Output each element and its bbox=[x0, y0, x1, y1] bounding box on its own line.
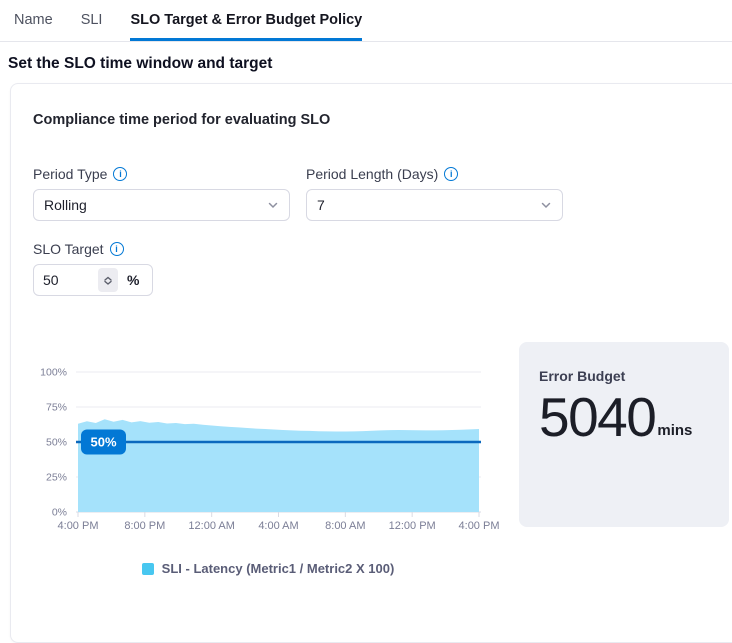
page-title: Set the SLO time window and target bbox=[8, 55, 732, 73]
error-budget-value: 5040 bbox=[539, 386, 655, 449]
svg-text:8:00 PM: 8:00 PM bbox=[124, 520, 165, 532]
period-type-field: Period Type Rolling bbox=[33, 166, 290, 221]
sli-area-chart: 0% 25% 50% 75% 100% 4:00 PM 8:00 PM 12:00 AM 4:0… bbox=[33, 342, 503, 534]
slo-target-input-group: % bbox=[33, 264, 153, 296]
svg-text:12:00 AM: 12:00 AM bbox=[188, 520, 234, 532]
number-stepper[interactable] bbox=[98, 268, 118, 292]
tab-slo-target-error-budget-policy[interactable]: SLO Target & Error Budget Policy bbox=[130, 0, 362, 41]
tab-sli[interactable]: SLI bbox=[81, 0, 103, 41]
svg-text:8:00 AM: 8:00 AM bbox=[325, 520, 365, 532]
svg-text:25%: 25% bbox=[46, 472, 67, 484]
svg-text:100%: 100% bbox=[40, 367, 67, 379]
period-length-select[interactable]: 7 bbox=[306, 189, 563, 221]
legend-swatch-icon bbox=[142, 563, 154, 575]
slo-target-label: SLO Target bbox=[33, 241, 732, 257]
svg-text:75%: 75% bbox=[46, 402, 67, 414]
slo-target-label-text: SLO Target bbox=[33, 241, 104, 257]
period-length-value: 7 bbox=[317, 197, 325, 213]
svg-text:4:00 PM: 4:00 PM bbox=[459, 520, 500, 532]
svg-text:12:00 PM: 12:00 PM bbox=[389, 520, 436, 532]
period-type-label: Period Type bbox=[33, 166, 290, 182]
period-length-field: Period Length (Days) 7 bbox=[306, 166, 563, 221]
error-budget-value-row: 5040 mins bbox=[539, 386, 709, 449]
sli-chart-container: 0% 25% 50% 75% 100% 4:00 PM 8:00 PM 12:00 AM 4:0… bbox=[33, 342, 503, 576]
percent-suffix: % bbox=[127, 272, 139, 288]
info-icon[interactable] bbox=[444, 167, 458, 181]
slo-window-card: Compliance time period for evaluating SL… bbox=[10, 83, 732, 643]
period-type-label-text: Period Type bbox=[33, 166, 107, 182]
svg-text:50%: 50% bbox=[46, 437, 67, 449]
info-icon[interactable] bbox=[113, 167, 127, 181]
error-budget-card: Error Budget 5040 mins bbox=[519, 342, 729, 527]
compliance-period-title: Compliance time period for evaluating SL… bbox=[33, 112, 732, 128]
tab-name[interactable]: Name bbox=[14, 0, 53, 41]
wizard-tabbar: Name SLI SLO Target & Error Budget Polic… bbox=[0, 0, 732, 42]
period-form-row: Period Type Rolling Period Length (Days)… bbox=[33, 166, 732, 221]
period-type-value: Rolling bbox=[44, 197, 87, 213]
slo-target-field: SLO Target % bbox=[33, 241, 732, 296]
error-budget-unit: mins bbox=[657, 422, 692, 439]
info-icon[interactable] bbox=[110, 242, 124, 256]
svg-text:50%: 50% bbox=[90, 435, 116, 450]
svg-text:0%: 0% bbox=[52, 507, 67, 519]
svg-text:4:00 PM: 4:00 PM bbox=[58, 520, 99, 532]
slo-target-input[interactable] bbox=[43, 272, 89, 288]
period-length-label: Period Length (Days) bbox=[306, 166, 563, 182]
chart-legend-item[interactable]: SLI - Latency (Metric1 / Metric2 X 100) bbox=[33, 561, 503, 576]
svg-text:4:00 AM: 4:00 AM bbox=[258, 520, 298, 532]
chevron-down-icon bbox=[540, 199, 552, 211]
legend-label: SLI - Latency (Metric1 / Metric2 X 100) bbox=[162, 561, 395, 576]
period-type-select[interactable]: Rolling bbox=[33, 189, 290, 221]
chevron-down-icon bbox=[267, 199, 279, 211]
period-length-label-text: Period Length (Days) bbox=[306, 166, 438, 182]
error-budget-label: Error Budget bbox=[539, 368, 709, 384]
chart-section: 0% 25% 50% 75% 100% 4:00 PM 8:00 PM 12:00 AM 4:0… bbox=[33, 342, 732, 576]
